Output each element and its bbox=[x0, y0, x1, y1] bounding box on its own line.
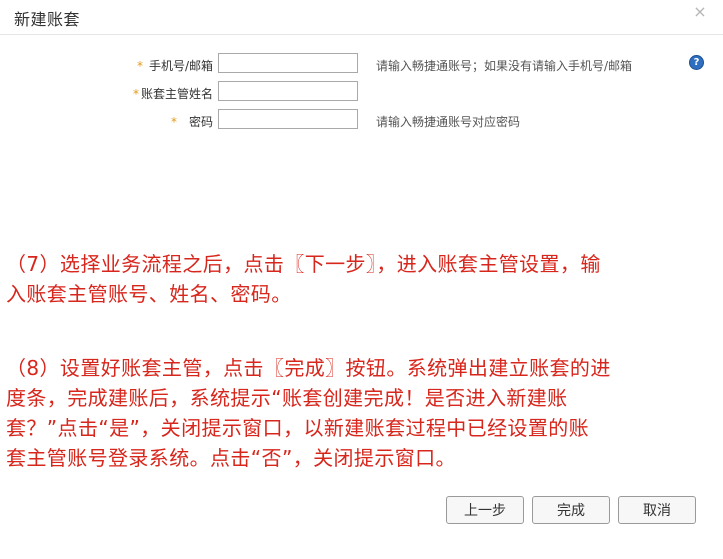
field-label-account: * 手机号/邮箱 bbox=[136, 59, 213, 73]
required-mark: * bbox=[170, 115, 177, 129]
field-label-manager-name: * 账套主管姓名 bbox=[132, 87, 213, 101]
form-row-manager-name: * 账套主管姓名 bbox=[0, 81, 723, 103]
field-label-password: * 密码 bbox=[170, 115, 213, 129]
cancel-button[interactable]: 取消 bbox=[618, 496, 696, 524]
instruction-step-7: （7）选择业务流程之后，点击〖下一步〗，进入账套主管设置，输 入账套主管账号、姓… bbox=[6, 252, 601, 306]
manager-name-input[interactable] bbox=[218, 81, 358, 101]
new-account-set-dialog: 新建账套 × ? * 手机号/邮箱 请输入畅捷通账号；如果没有请输入手机号/邮箱 … bbox=[0, 0, 723, 559]
form-row-password: * 密码 请输入畅捷通账号对应密码 bbox=[0, 109, 723, 131]
instruction-step-8: （8）设置好账套主管，点击〖完成〗按钮。系统弹出建立账套的进 度条，完成建账后，… bbox=[6, 356, 611, 470]
dialog-title: 新建账套 bbox=[14, 10, 81, 29]
account-hint: 请输入畅捷通账号；如果没有请输入手机号/邮箱 bbox=[376, 59, 633, 73]
form-row-account: * 手机号/邮箱 请输入畅捷通账号；如果没有请输入手机号/邮箱 bbox=[0, 53, 723, 75]
finish-button[interactable]: 完成 bbox=[532, 496, 610, 524]
prev-step-button[interactable]: 上一步 bbox=[446, 496, 524, 524]
account-input[interactable] bbox=[218, 53, 358, 73]
password-input[interactable] bbox=[218, 109, 358, 129]
required-mark: * bbox=[132, 87, 139, 101]
dialog-titlebar: 新建账套 × bbox=[0, 0, 723, 35]
password-hint: 请输入畅捷通账号对应密码 bbox=[376, 115, 521, 129]
required-mark: * bbox=[136, 59, 143, 73]
close-icon[interactable]: × bbox=[693, 4, 707, 20]
